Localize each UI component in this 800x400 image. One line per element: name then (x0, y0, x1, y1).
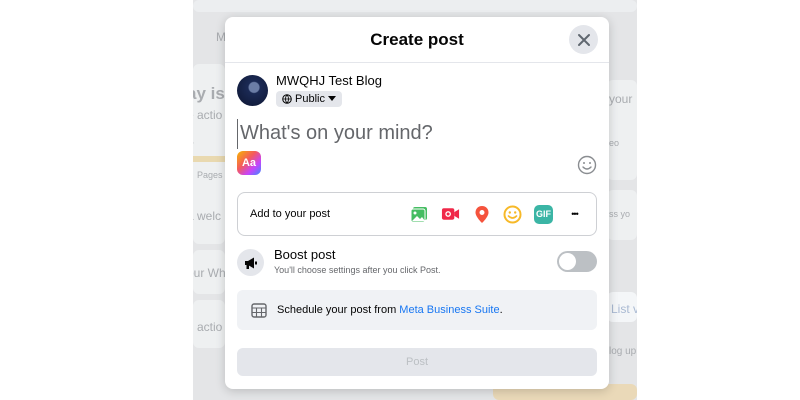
bg-right-eo: eo (609, 138, 620, 148)
meta-business-suite-link[interactable]: Meta Business Suite (399, 304, 499, 316)
create-post-dialog: Create post MWQHJ Test Blog Public What'… (225, 17, 609, 389)
smiley-icon (577, 155, 597, 175)
more-options-button[interactable]: ••• (565, 205, 584, 224)
bg-your: our Wh (193, 266, 226, 280)
schedule-banner: Schedule your post from Meta Business Su… (237, 290, 597, 330)
bg-top-bar (193, 0, 637, 12)
gif-label: GIF (536, 209, 551, 219)
text-style-label: Aa (241, 157, 257, 169)
add-to-post-icons: GIF ••• (410, 204, 584, 224)
bg-welcome: a welc (193, 209, 222, 223)
add-to-post-bar: Add to your post GIF ••• (237, 192, 597, 236)
globe-icon (282, 94, 292, 104)
schedule-text: Schedule your post from (277, 304, 400, 316)
post-author: MWQHJ Test Blog Public (237, 73, 382, 109)
location-icon (475, 205, 488, 223)
feeling-button[interactable] (503, 205, 522, 224)
boost-toggle[interactable] (557, 251, 597, 272)
toggle-knob (559, 253, 576, 270)
post-text-input[interactable]: What's on your mind? (237, 119, 592, 149)
bg-right-your: your (609, 92, 633, 106)
calendar-icon (251, 303, 267, 318)
bg-ir: ir (193, 138, 194, 152)
bg-strip (193, 156, 225, 162)
live-video-icon (441, 208, 460, 220)
photo-video-icon (410, 206, 427, 222)
feeling-icon (503, 205, 522, 223)
close-button[interactable] (569, 25, 598, 54)
add-to-post-label: Add to your post (250, 208, 331, 220)
bg-right-list: List v (611, 302, 637, 316)
caret-down-icon (327, 96, 336, 101)
gif-button[interactable]: GIF (534, 204, 553, 224)
close-icon (577, 33, 590, 46)
bg-right-blog: log up (609, 346, 637, 357)
boost-description: You'll choose settings after you click P… (274, 265, 441, 275)
boost-title: Boost post (274, 247, 336, 262)
location-button[interactable] (472, 205, 491, 224)
live-video-button[interactable] (441, 205, 460, 224)
post-button-label: Post (405, 356, 428, 368)
schedule-suffix: . (499, 304, 503, 316)
bg-right-ss: ss yo (609, 209, 631, 219)
post-button[interactable]: Post (237, 348, 597, 376)
gif-icon: GIF (534, 204, 553, 224)
boost-post-row: Boost post You'll choose settings after … (237, 245, 597, 279)
author-name: MWQHJ Test Blog (276, 73, 382, 88)
megaphone-icon (237, 249, 264, 276)
privacy-label: Public (295, 93, 325, 105)
dialog-header: Create post (225, 17, 609, 63)
emoji-picker-button[interactable] (577, 155, 597, 175)
dialog-title: Create post (370, 29, 464, 49)
privacy-selector[interactable]: Public (276, 91, 342, 107)
text-style-button[interactable]: Aa (237, 151, 261, 175)
photo-video-button[interactable] (410, 205, 429, 224)
bg-action-2: n actio (193, 320, 223, 334)
more-icon: ••• (571, 209, 579, 219)
avatar (237, 75, 268, 106)
bg-action: e actio (193, 108, 223, 122)
